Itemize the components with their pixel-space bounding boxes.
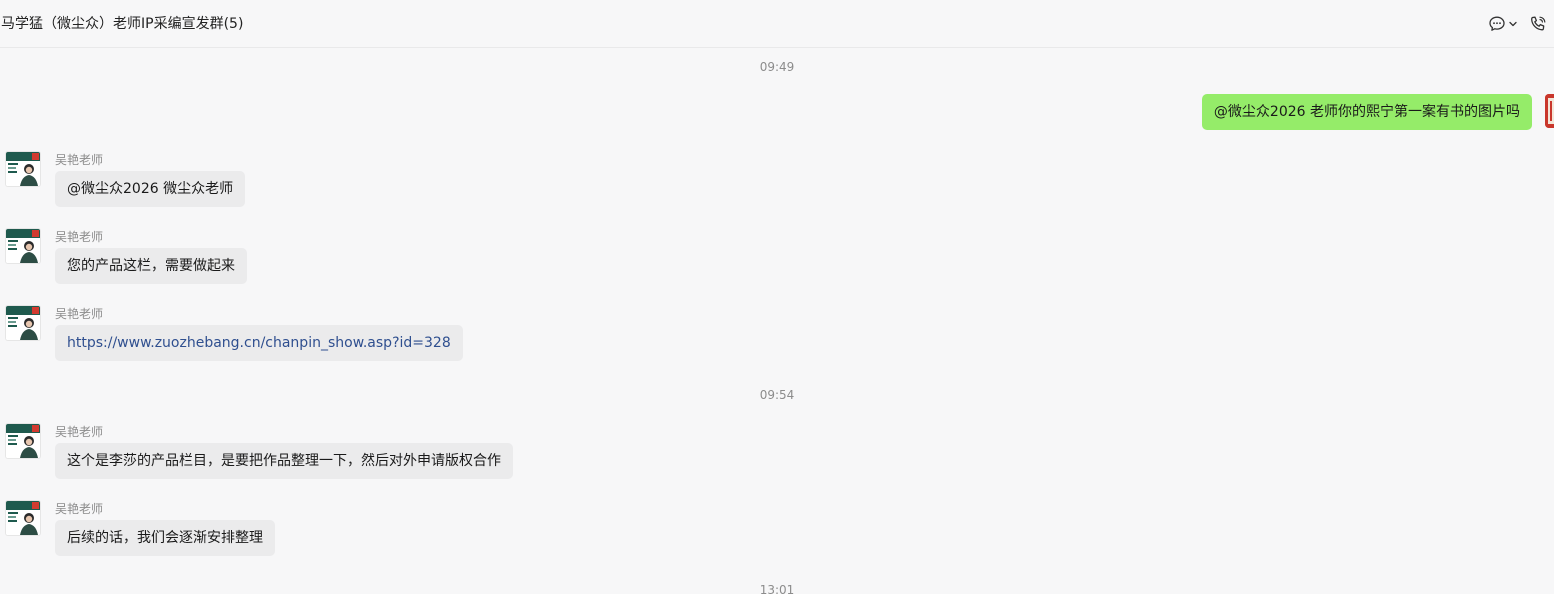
chat-bubble-icon [1488, 15, 1506, 33]
incoming-message-bubble[interactable]: 您的产品这栏，需要做起来 [55, 248, 247, 284]
outgoing-message-bubble[interactable]: @微尘众2026 老师你的熙宁第一案有书的图片吗 [1201, 94, 1532, 130]
incoming-message-bubble[interactable]: 后续的话，我们会逐渐安排整理 [55, 520, 275, 556]
chat-window: 马学猛（微尘众）老师IP采编宣发群(5) 09:49 @微尘众2026 老师你的… [0, 0, 1554, 594]
timestamp: 09:54 [759, 388, 795, 402]
sender-name: 吴艳老师 [55, 230, 104, 244]
timestamp: 09:49 [759, 60, 795, 74]
link-message-bubble[interactable]: https://www.zuozhebang.cn/chanpin_show.a… [55, 325, 463, 361]
sender-name: 吴艳老师 [55, 153, 104, 167]
phone-icon [1528, 14, 1548, 34]
timestamp: 13:01 [759, 583, 795, 594]
chat-header: 马学猛（微尘众）老师IP采编宣发群(5) [0, 0, 1554, 48]
chevron-down-icon [1508, 19, 1518, 29]
incoming-message-bubble[interactable]: 这个是李莎的产品栏目，是要把作品整理一下，然后对外申请版权合作 [55, 443, 513, 479]
sender-name: 吴艳老师 [55, 502, 104, 516]
header-actions [1488, 12, 1548, 36]
self-avatar[interactable] [1545, 94, 1554, 128]
avatar[interactable] [6, 152, 40, 186]
incoming-message-bubble[interactable]: @微尘众2026 微尘众老师 [55, 171, 246, 207]
avatar[interactable] [6, 424, 40, 458]
chat-title: 马学猛（微尘众）老师IP采编宣发群(5) [1, 16, 244, 32]
avatar[interactable] [6, 229, 40, 263]
sender-name: 吴艳老师 [55, 307, 104, 321]
avatar[interactable] [6, 501, 40, 535]
avatar[interactable] [6, 306, 40, 340]
chat-options-button[interactable] [1488, 15, 1518, 33]
sender-name: 吴艳老师 [55, 425, 104, 439]
message-list[interactable]: 09:49 @微尘众2026 老师你的熙宁第一案有书的图片吗 吴艳老师 @微尘众… [0, 48, 1554, 594]
voice-call-button[interactable] [1528, 14, 1548, 34]
